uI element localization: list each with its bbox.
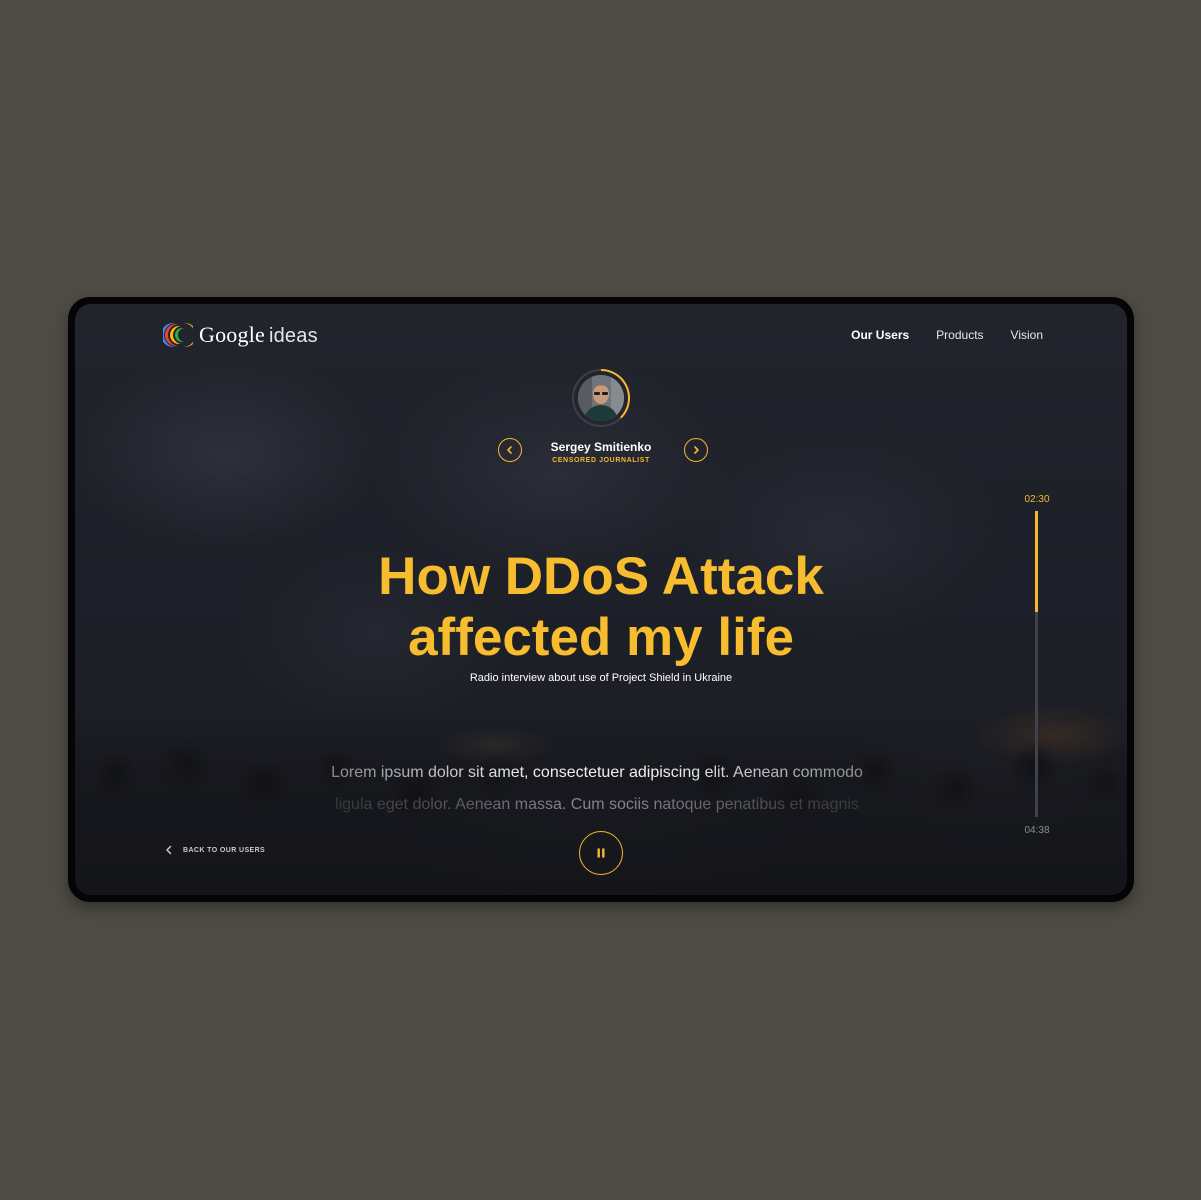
device-frame: Google ideas Our Users Products Vision S… bbox=[68, 297, 1134, 902]
story-title-line-2: affected my life bbox=[408, 608, 794, 667]
transcript-line-next: ligula eget dolor. Aenean massa. Cum soc… bbox=[335, 796, 859, 813]
logo-suffix: ideas bbox=[268, 325, 318, 347]
nav-item-our-users[interactable]: Our Users bbox=[851, 328, 909, 342]
story-title: How DDoS Attack affected my life bbox=[301, 546, 901, 668]
nav-item-products[interactable]: Products bbox=[936, 328, 983, 342]
hero-screen: Google ideas Our Users Products Vision S… bbox=[75, 304, 1127, 895]
avatar-container bbox=[571, 368, 631, 428]
avatar-photo bbox=[578, 375, 624, 421]
transcript-line-current: Lorem ipsum dolor sit amet, consectetuer… bbox=[331, 764, 863, 781]
back-to-users-label: BACK TO OUR USERS bbox=[183, 846, 266, 854]
logo-wordmark: Google ideas bbox=[199, 322, 318, 348]
profile-switcher: Sergey Smitienko CENSORED JOURNALIST bbox=[75, 368, 1127, 468]
chevron-left-icon bbox=[166, 845, 172, 855]
nav-item-vision[interactable]: Vision bbox=[1011, 328, 1043, 342]
logo-brand-name: Google bbox=[199, 322, 265, 347]
back-to-users-link[interactable]: BACK TO OUR USERS bbox=[165, 845, 265, 855]
total-time: 04:38 bbox=[1024, 825, 1050, 836]
google-ideas-logo[interactable]: Google ideas bbox=[163, 320, 318, 350]
user-name: Sergey Smitienko bbox=[550, 440, 652, 454]
story-subtitle: Radio interview about use of Project Shi… bbox=[469, 672, 733, 684]
avatar bbox=[578, 375, 624, 421]
audio-timeline: 02:30 04:38 bbox=[1012, 494, 1062, 844]
progress-fill bbox=[1035, 511, 1038, 612]
progress-track[interactable] bbox=[1035, 511, 1038, 817]
next-user-button[interactable] bbox=[684, 438, 708, 462]
transcript: Lorem ipsum dolor sit amet, consectetuer… bbox=[257, 757, 937, 821]
pause-icon bbox=[597, 848, 605, 858]
chevron-right-icon bbox=[694, 446, 699, 454]
story-title-line-1: How DDoS Attack bbox=[378, 547, 824, 606]
current-time: 02:30 bbox=[1024, 494, 1050, 505]
google-ideas-logo-icon bbox=[163, 323, 193, 347]
main-nav: Our Users Products Vision bbox=[851, 328, 1043, 342]
pause-button[interactable] bbox=[579, 831, 623, 875]
user-role: CENSORED JOURNALIST bbox=[552, 457, 650, 464]
